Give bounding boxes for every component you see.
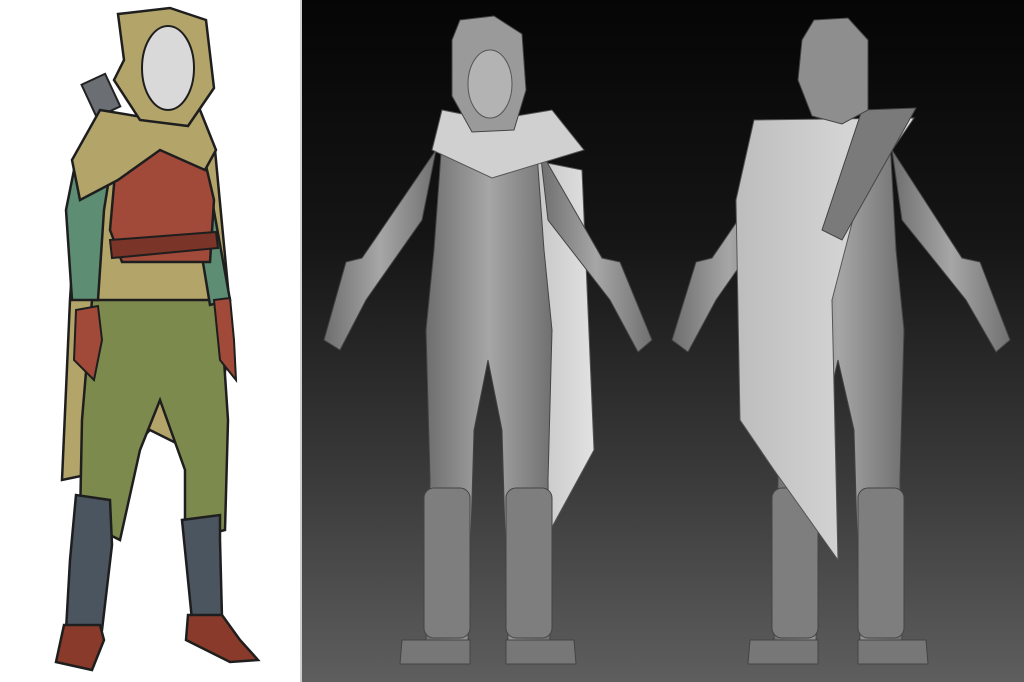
- front-right-shoe: [505, 639, 577, 665]
- front-left-shoe: [399, 639, 471, 665]
- front-right-boot: [505, 487, 553, 639]
- back-right-shoe: [857, 639, 929, 665]
- hooded-figure-front-icon: [323, 15, 653, 665]
- right-boot-shape: [180, 513, 224, 622]
- left-boot-shape: [64, 493, 114, 632]
- hooded-character-concept-icon: [54, 6, 261, 672]
- back-left-shoe: [747, 639, 819, 665]
- hooded-figure-back-icon: [671, 17, 1011, 665]
- front-face: [467, 49, 513, 119]
- back-hood: [797, 17, 869, 125]
- concept-art-panel: [0, 0, 300, 682]
- sculpt-views: [323, 15, 1011, 665]
- right-shoe-shape: [184, 613, 261, 664]
- front-left-boot: [423, 487, 471, 639]
- back-right-boot: [857, 487, 905, 639]
- left-shoe-shape: [54, 623, 106, 672]
- sculpt-render-panel: [302, 0, 1024, 682]
- blank-face-shape: [141, 25, 195, 111]
- front-left-arm: [323, 149, 437, 351]
- back-right-arm: [891, 149, 1011, 353]
- character-turnaround-sheet: [0, 0, 1024, 682]
